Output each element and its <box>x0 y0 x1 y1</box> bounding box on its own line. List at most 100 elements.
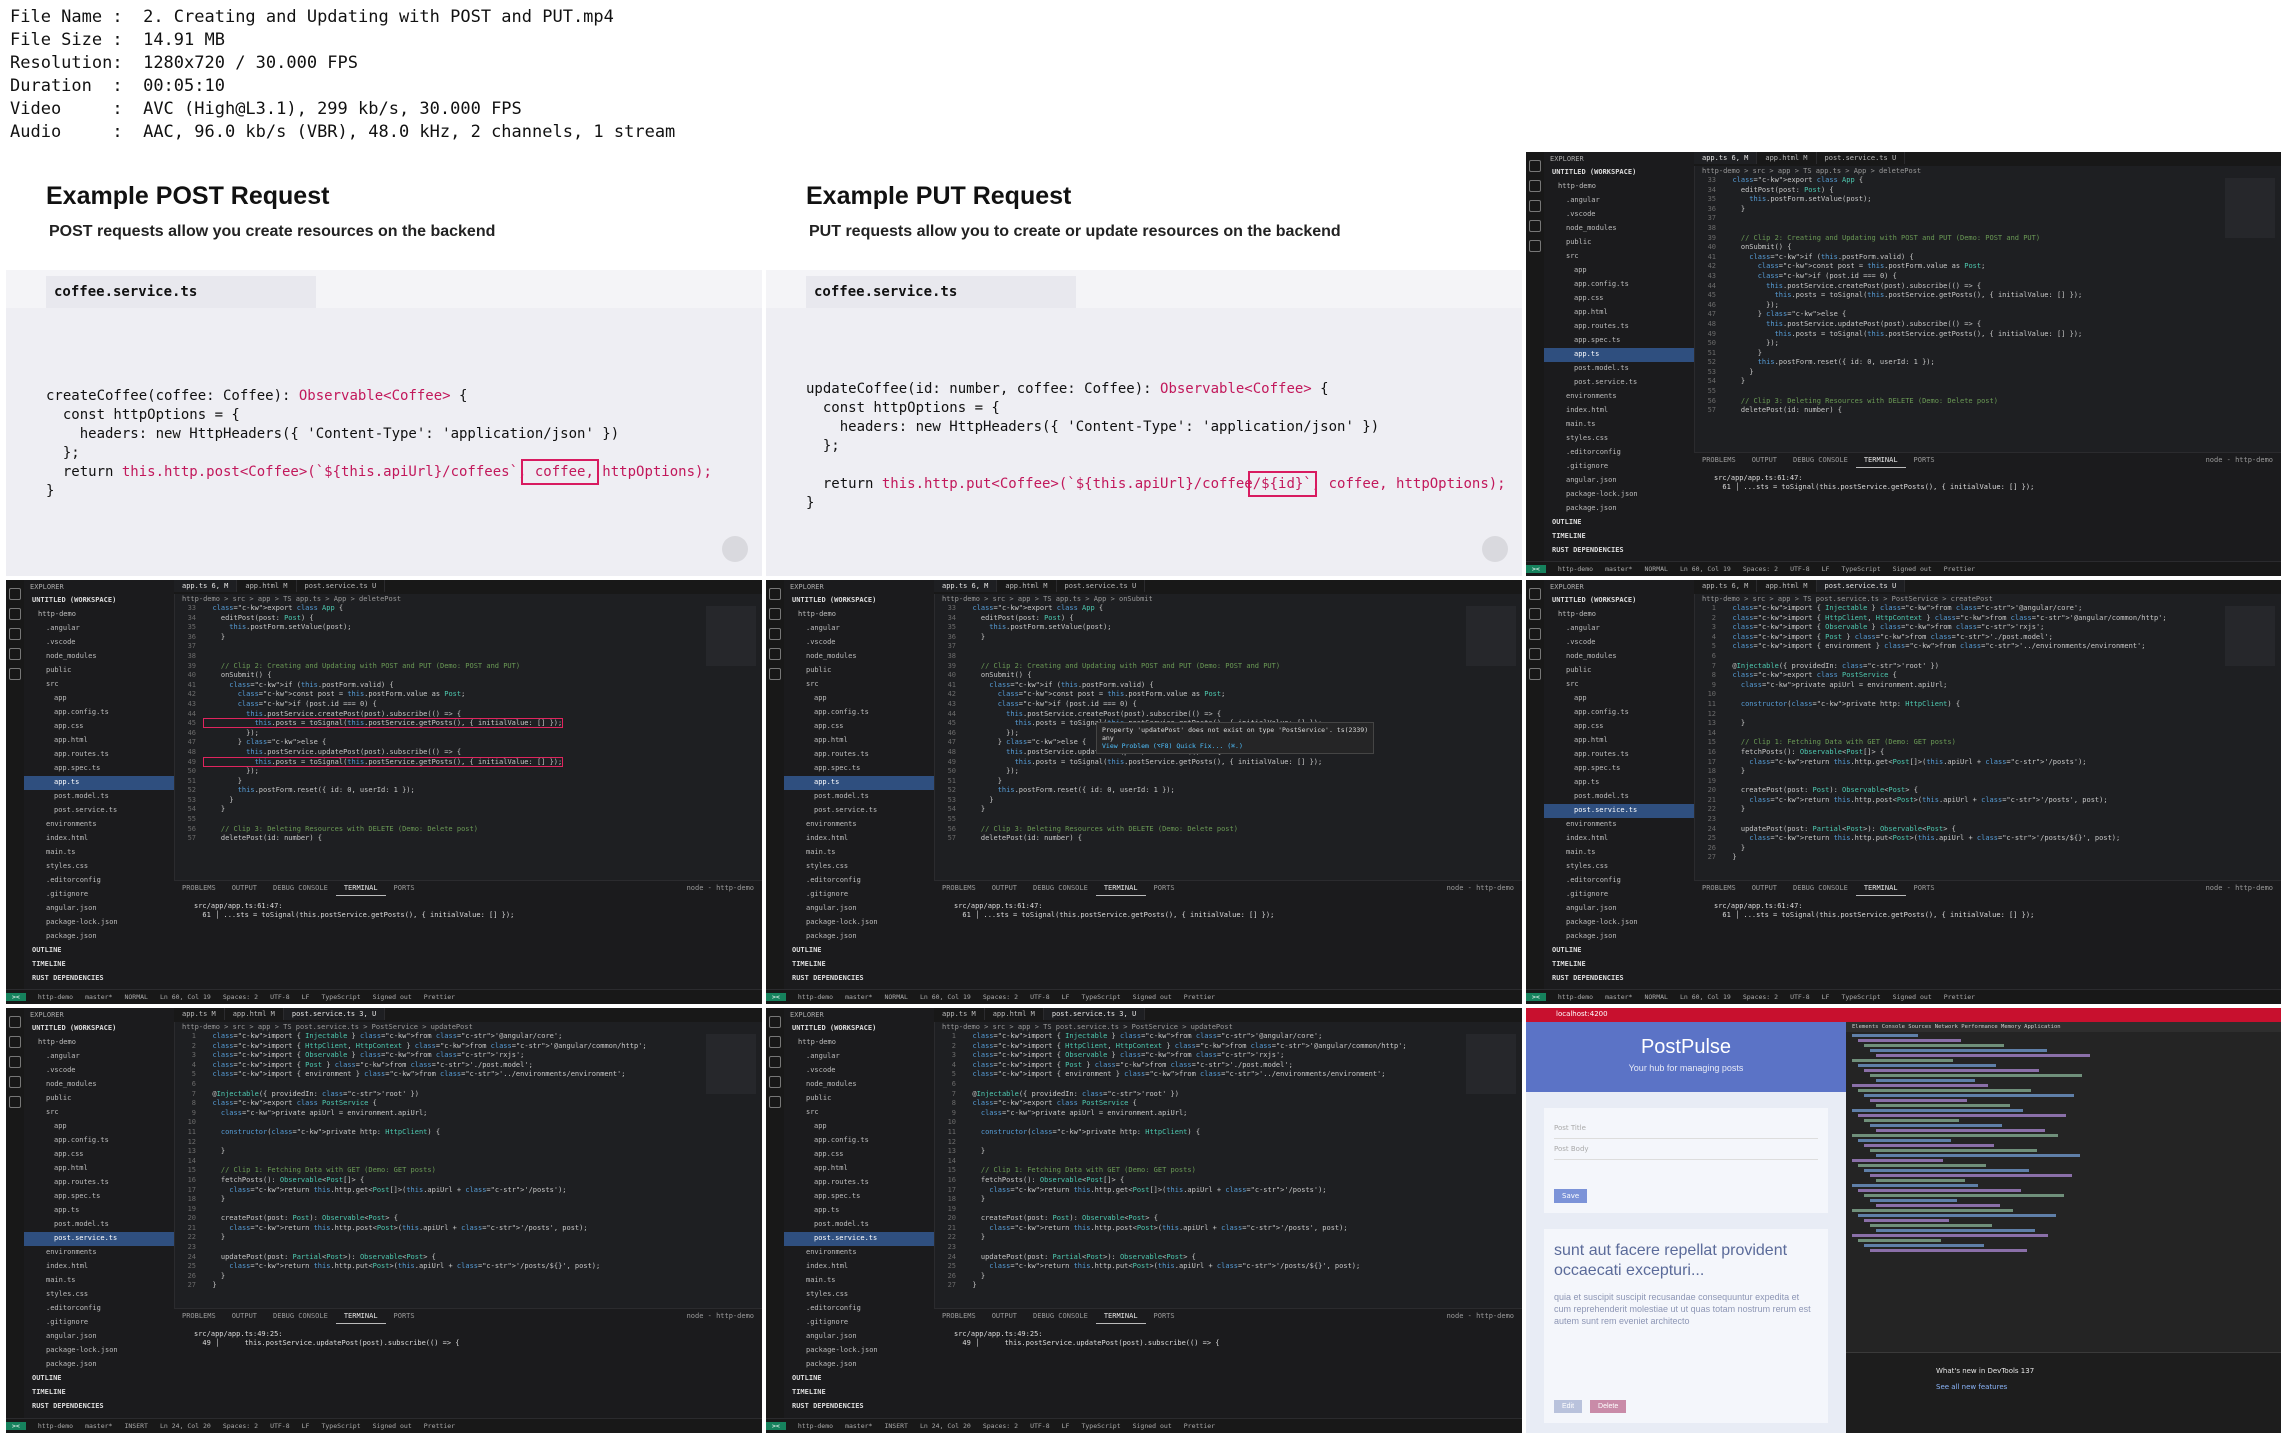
files-icon[interactable] <box>769 1016 781 1028</box>
search-icon[interactable] <box>1529 608 1541 620</box>
tree-item[interactable]: environments <box>24 1246 174 1260</box>
editor-tab[interactable]: app.ts 6, M <box>1694 152 1758 164</box>
editor-tab[interactable]: app.ts 6, M <box>934 580 998 592</box>
tree-item[interactable]: app.routes.ts <box>1544 320 1694 334</box>
panel-tab[interactable]: PORTS <box>1146 881 1183 895</box>
sidebar-section[interactable]: OUTLINE <box>784 944 934 958</box>
tree-item[interactable]: angular.json <box>1544 474 1694 488</box>
tree-item[interactable]: post.service.ts <box>1544 804 1694 818</box>
address-bar[interactable]: localhost:4200 <box>1526 1010 2281 1020</box>
status-item[interactable]: master* <box>1605 993 1632 1001</box>
tree-item[interactable]: app.css <box>784 720 934 734</box>
status-item[interactable]: Ln 60, Col 19 <box>1680 565 1731 573</box>
tree-item[interactable]: package.json <box>784 930 934 944</box>
sidebar-section[interactable]: TIMELINE <box>24 958 174 972</box>
status-item[interactable]: Prettier <box>1944 565 1975 573</box>
status-item[interactable]: Prettier <box>424 1422 455 1430</box>
post-body-input[interactable]: Post Body <box>1554 1139 1818 1160</box>
tree-item[interactable]: app <box>784 692 934 706</box>
code-editor[interactable]: 33 class="c-kw">export class App {34 edi… <box>174 604 692 874</box>
tree-item[interactable]: app.css <box>1544 720 1694 734</box>
tree-item[interactable]: app.spec.ts <box>1544 762 1694 776</box>
tree-item[interactable]: node_modules <box>24 1078 174 1092</box>
workspace-title[interactable]: UNTITLED (WORKSPACE) <box>784 1022 934 1036</box>
files-icon[interactable] <box>9 588 21 600</box>
tree-item[interactable]: app.config.ts <box>1544 278 1694 292</box>
tree-item[interactable]: .editorconfig <box>24 874 174 888</box>
status-item[interactable]: TypeScript <box>1841 993 1880 1001</box>
panel-tab[interactable]: OUTPUT <box>984 1309 1025 1323</box>
remote-indicator[interactable]: >< <box>6 1422 26 1430</box>
tree-item[interactable]: post.service.ts <box>24 804 174 818</box>
status-item[interactable]: master* <box>85 1422 112 1430</box>
tree-item[interactable]: app.ts <box>1544 776 1694 790</box>
sidebar-section[interactable]: OUTLINE <box>784 1372 934 1386</box>
tree-item[interactable]: .vscode <box>784 1064 934 1078</box>
status-item[interactable]: Prettier <box>1184 993 1215 1001</box>
status-item[interactable]: TypeScript <box>1081 993 1120 1001</box>
play-icon[interactable] <box>1482 536 1508 562</box>
tree-item[interactable]: public <box>1544 236 1694 250</box>
source-control-icon[interactable] <box>1529 628 1541 640</box>
tree-item[interactable]: .angular <box>24 622 174 636</box>
status-item[interactable]: Signed out <box>1893 565 1932 573</box>
tree-item[interactable]: index.html <box>1544 404 1694 418</box>
tree-item[interactable]: .angular <box>24 1050 174 1064</box>
files-icon[interactable] <box>1529 588 1541 600</box>
delete-button[interactable]: Delete <box>1590 1400 1627 1413</box>
status-item[interactable]: INSERT <box>884 1422 907 1430</box>
tree-item[interactable]: http-demo <box>24 1036 174 1050</box>
tree-item[interactable]: http-demo <box>784 1036 934 1050</box>
tree-item[interactable]: .editorconfig <box>784 1302 934 1316</box>
workspace-title[interactable]: UNTITLED (WORKSPACE) <box>1544 594 1694 608</box>
search-icon[interactable] <box>769 608 781 620</box>
status-item[interactable]: LF <box>1822 565 1830 573</box>
status-item[interactable]: Signed out <box>1133 1422 1172 1430</box>
tree-item[interactable]: .gitignore <box>1544 888 1694 902</box>
panel-tab[interactable]: PROBLEMS <box>1694 453 1744 467</box>
tree-item[interactable]: app.ts <box>24 776 174 790</box>
status-item[interactable]: Ln 24, Col 20 <box>160 1422 211 1430</box>
tree-item[interactable]: app.config.ts <box>784 706 934 720</box>
panel-tab[interactable]: PROBLEMS <box>174 881 224 895</box>
tree-item[interactable]: node_modules <box>24 650 174 664</box>
tree-item[interactable]: environments <box>24 818 174 832</box>
sidebar-section[interactable]: TIMELINE <box>1544 530 1694 544</box>
tree-item[interactable]: post.model.ts <box>784 790 934 804</box>
status-item[interactable]: master* <box>85 993 112 1001</box>
tree-item[interactable]: app.html <box>1544 306 1694 320</box>
extensions-icon[interactable] <box>1529 668 1541 680</box>
play-icon[interactable] <box>722 536 748 562</box>
tree-item[interactable]: src <box>24 678 174 692</box>
editor-tab[interactable]: app.ts M <box>174 1008 225 1020</box>
code-editor[interactable]: 1 class="c-kw">import { Injectable } cla… <box>174 1032 692 1302</box>
tree-item[interactable]: app <box>1544 692 1694 706</box>
sidebar-section[interactable]: TIMELINE <box>1544 958 1694 972</box>
status-item[interactable]: Spaces: 2 <box>1743 993 1778 1001</box>
tree-item[interactable]: public <box>1544 664 1694 678</box>
editor-tab[interactable]: app.html M <box>237 580 297 592</box>
tree-item[interactable]: angular.json <box>784 902 934 916</box>
tree-item[interactable]: http-demo <box>784 608 934 622</box>
tree-item[interactable]: index.html <box>1544 832 1694 846</box>
debug-icon[interactable] <box>9 1076 21 1088</box>
editor-tab[interactable]: post.service.ts 3, U <box>283 1008 386 1020</box>
tree-item[interactable]: src <box>24 1106 174 1120</box>
tree-item[interactable]: post.model.ts <box>24 790 174 804</box>
status-item[interactable]: Ln 60, Col 19 <box>920 993 971 1001</box>
status-item[interactable]: LF <box>302 1422 310 1430</box>
tree-item[interactable]: package-lock.json <box>1544 488 1694 502</box>
tree-item[interactable]: package.json <box>24 1358 174 1372</box>
status-item[interactable]: master* <box>845 1422 872 1430</box>
tree-item[interactable]: angular.json <box>24 902 174 916</box>
panel-tab[interactable]: PORTS <box>1906 881 1943 895</box>
status-item[interactable]: UTF-8 <box>1790 565 1810 573</box>
debug-icon[interactable] <box>9 648 21 660</box>
panel-tab[interactable]: TERMINAL <box>1095 881 1146 896</box>
panel-tab[interactable]: OUTPUT <box>224 881 265 895</box>
tree-item[interactable]: app.ts <box>784 1204 934 1218</box>
editor-tab[interactable]: app.html M <box>1757 152 1817 164</box>
tree-item[interactable]: http-demo <box>1544 608 1694 622</box>
tree-item[interactable]: src <box>784 678 934 692</box>
source-control-icon[interactable] <box>769 1056 781 1068</box>
